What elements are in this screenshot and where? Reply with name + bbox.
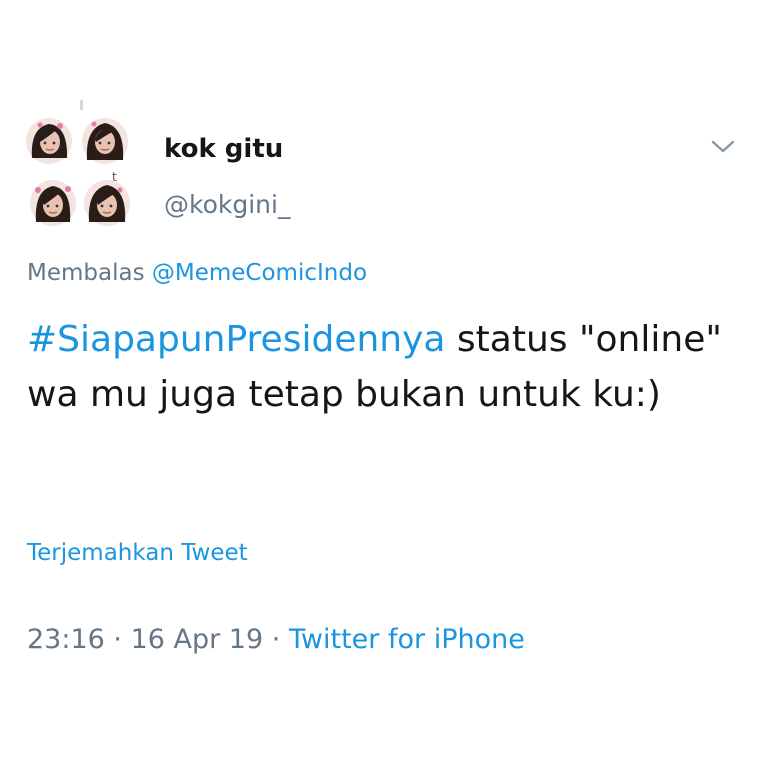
avatar-face-4: [84, 180, 130, 226]
tweet-time: 23:16: [27, 624, 105, 655]
reply-prefix: Membalas: [27, 260, 145, 286]
reply-mention-link[interactable]: @MemeComicIndo: [152, 260, 367, 286]
user-handle[interactable]: @kokgini_: [164, 190, 290, 219]
translate-tweet-link[interactable]: Terjemahkan Tweet: [27, 540, 248, 566]
avatar-face-1: [26, 118, 72, 164]
tweet-text: #SiapapunPresidennya status "online" wa …: [27, 312, 727, 422]
tweet-detail-view: t kok gitu @kokgini_ Membalas @MemeComic…: [0, 0, 759, 759]
display-name[interactable]: kok gitu: [164, 134, 283, 164]
tweet-date: 16 Apr 19: [130, 624, 264, 655]
avatar-face-3: [30, 180, 76, 226]
meta-separator-2: ·: [263, 624, 289, 655]
tweet-metadata: 23:16 · 16 Apr 19 · Twitter for iPhone: [27, 624, 525, 655]
avatar-face-2: [82, 118, 128, 164]
hashtag-link[interactable]: #SiapapunPresidennya: [27, 319, 445, 360]
meta-separator-1: ·: [104, 624, 131, 655]
tweet-source-link[interactable]: Twitter for iPhone: [289, 624, 525, 655]
reply-context: Membalas @MemeComicIndo: [27, 260, 367, 286]
avatar[interactable]: [26, 118, 138, 230]
avatar-mark: t: [112, 170, 117, 184]
chevron-down-icon[interactable]: [708, 136, 738, 158]
image-artifact: [80, 100, 83, 110]
